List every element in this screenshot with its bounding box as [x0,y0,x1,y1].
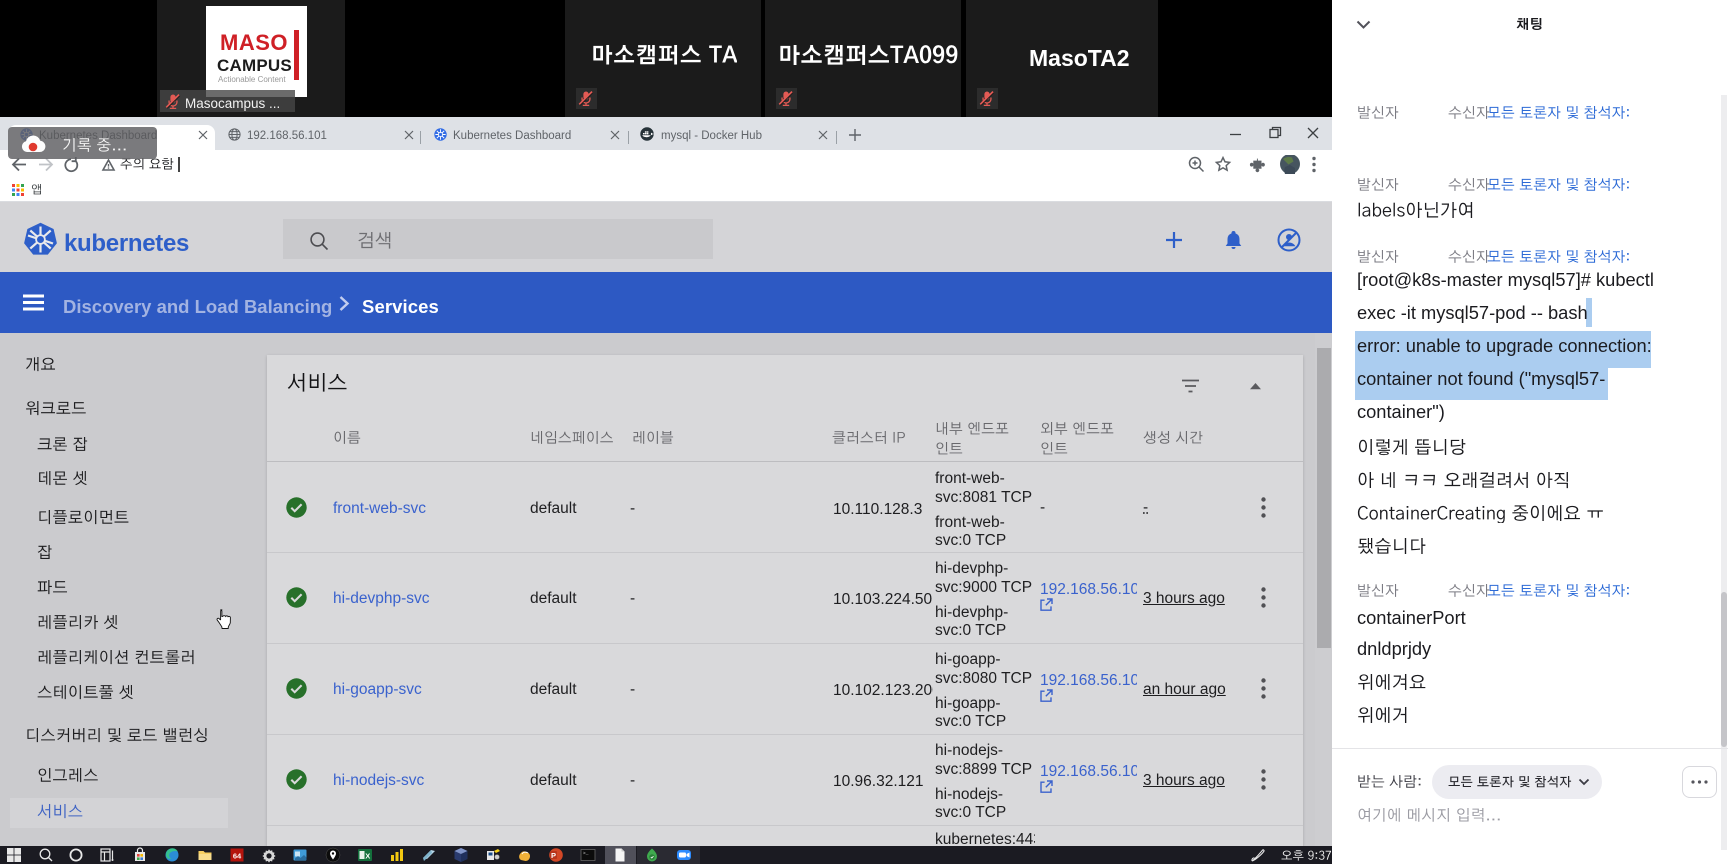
svg-text:>_: >_ [583,851,589,857]
svg-text:64: 64 [233,852,242,861]
svg-text:P: P [551,851,556,860]
svg-text:X: X [365,851,370,860]
